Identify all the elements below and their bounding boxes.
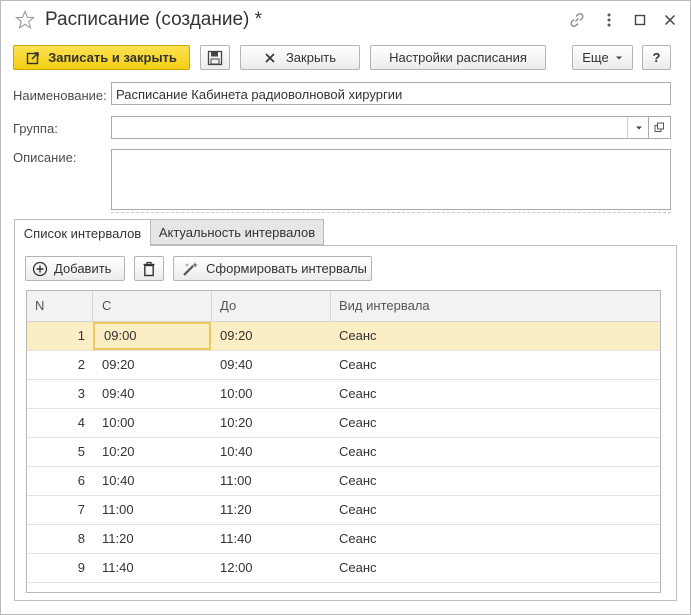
cell-row-number[interactable]: 9 [27, 554, 85, 582]
cell-from-time[interactable]: 10:40 [102, 467, 202, 495]
save-and-close-button[interactable]: Записать и закрыть [13, 45, 190, 70]
cell-from-time[interactable]: 09:00 [93, 322, 211, 350]
table-row[interactable]: 3 09:40 10:00 Сеанс [27, 380, 660, 409]
name-field[interactable]: Расписание Кабинета радиоволновой хирург… [111, 82, 671, 105]
cell-row-number[interactable]: 2 [27, 351, 85, 379]
table-header: N С До Вид интервала [27, 291, 660, 322]
cell-to-time[interactable]: 12:00 [220, 554, 320, 582]
cell-row-number[interactable]: 4 [27, 409, 85, 437]
column-header-from[interactable]: С [102, 291, 111, 321]
cell-to-time[interactable]: 10:40 [220, 438, 320, 466]
add-interval-button[interactable]: Добавить [25, 256, 125, 281]
dropdown-arrow-icon [635, 126, 642, 129]
group-dropdown-button[interactable] [627, 117, 649, 138]
table-row[interactable]: 2 09:20 09:40 Сеанс [27, 351, 660, 380]
more-button[interactable]: Еще [572, 45, 633, 70]
table-row[interactable]: 5 10:20 10:40 Сеанс [27, 438, 660, 467]
table-row[interactable]: 7 11:00 11:20 Сеанс [27, 496, 660, 525]
close-window-icon[interactable] [661, 11, 679, 29]
description-label: Описание: [13, 150, 77, 165]
add-circle-icon [32, 261, 48, 276]
open-item-icon [654, 122, 664, 132]
schedule-form-window: Расписание (создание) * Записать и закры… [0, 0, 691, 615]
name-label: Наименование: [13, 88, 107, 103]
floppy-disk-icon [207, 50, 223, 65]
tab-interval-relevance[interactable]: Актуальность интервалов [150, 219, 324, 245]
maximize-icon[interactable] [631, 11, 649, 29]
window-title: Расписание (создание) * [45, 9, 263, 30]
more-label: Еще [582, 50, 609, 65]
cell-interval-kind[interactable]: Сеанс [339, 322, 539, 350]
form-separator [111, 212, 671, 213]
cell-row-number[interactable]: 3 [27, 380, 85, 408]
cell-row-number[interactable]: 8 [27, 525, 85, 553]
cell-from-time[interactable]: 11:40 [102, 554, 202, 582]
description-textarea[interactable] [111, 149, 671, 210]
more-actions-icon[interactable] [600, 11, 618, 29]
save-and-close-label: Записать и закрыть [48, 50, 177, 65]
save-close-icon [26, 51, 39, 64]
trash-icon [143, 261, 155, 276]
cell-from-time[interactable]: 10:20 [102, 438, 202, 466]
delete-interval-button[interactable] [134, 256, 164, 281]
cell-to-time[interactable]: 11:00 [220, 467, 320, 495]
cell-to-time[interactable]: 10:20 [220, 409, 320, 437]
cell-to-time[interactable]: 11:20 [220, 496, 320, 524]
close-icon [265, 52, 275, 63]
cell-interval-kind[interactable]: Сеанс [339, 438, 539, 466]
generate-intervals-button[interactable]: Сформировать интервалы [173, 256, 372, 281]
column-header-interval-kind[interactable]: Вид интервала [339, 291, 430, 321]
cell-row-number[interactable]: 5 [27, 438, 85, 466]
cell-interval-kind[interactable]: Сеанс [339, 554, 539, 582]
tab-interval-relevance-label: Актуальность интервалов [158, 224, 316, 240]
group-open-button[interactable] [648, 117, 670, 138]
intervals-table: N С До Вид интервала 1 09:00 09:20 Сеанс 2 09… [26, 290, 661, 593]
cell-to-time[interactable]: 11:40 [220, 525, 320, 553]
cell-interval-kind[interactable]: Сеанс [339, 525, 539, 553]
cell-from-time[interactable]: 09:40 [102, 380, 202, 408]
table-row[interactable]: 4 10:00 10:20 Сеанс [27, 409, 660, 438]
cell-from-time[interactable]: 09:20 [102, 351, 202, 379]
cell-interval-kind[interactable]: Сеанс [339, 351, 539, 379]
close-button[interactable]: Закрыть [240, 45, 360, 70]
tab-interval-list[interactable]: Список интервалов [14, 219, 151, 246]
table-row[interactable]: 9 11:40 12:00 Сеанс [27, 554, 660, 583]
schedule-settings-button[interactable]: Настройки расписания [370, 45, 546, 70]
cell-row-number[interactable]: 1 [27, 322, 85, 350]
name-value: Расписание Кабинета радиоволновой хирург… [116, 87, 403, 102]
table-row[interactable]: 8 11:20 11:40 Сеанс [27, 525, 660, 554]
generate-intervals-label: Сформировать интервалы [206, 261, 367, 276]
help-label: ? [652, 50, 661, 65]
cell-interval-kind[interactable]: Сеанс [339, 496, 539, 524]
cell-from-time[interactable]: 10:00 [102, 409, 202, 437]
cell-row-number[interactable]: 6 [27, 467, 85, 495]
column-header-to[interactable]: До [220, 291, 236, 321]
table-row[interactable]: 1 09:00 09:20 Сеанс [27, 322, 660, 351]
cell-to-time[interactable]: 09:20 [220, 322, 320, 350]
add-interval-label: Добавить [54, 261, 112, 276]
column-header-n[interactable]: N [35, 291, 44, 321]
link-icon[interactable] [568, 11, 586, 29]
group-label: Группа: [13, 121, 58, 136]
cell-to-time[interactable]: 10:00 [220, 380, 320, 408]
cell-interval-kind[interactable]: Сеанс [339, 409, 539, 437]
help-button[interactable]: ? [642, 45, 671, 70]
save-button[interactable] [200, 45, 230, 70]
table-row[interactable]: 6 10:40 11:00 Сеанс [27, 467, 660, 496]
group-field[interactable] [111, 116, 671, 139]
tab-interval-list-label: Список интервалов [23, 225, 142, 241]
chevron-down-icon [615, 56, 622, 59]
cell-interval-kind[interactable]: Сеанс [339, 380, 539, 408]
close-label: Закрыть [285, 50, 337, 65]
cell-from-time[interactable]: 11:00 [102, 496, 202, 524]
favorite-star-icon[interactable] [15, 10, 35, 30]
cell-row-number[interactable]: 7 [27, 496, 85, 524]
title-bar: Расписание (создание) * [1, 1, 690, 41]
cell-from-time[interactable]: 11:20 [102, 525, 202, 553]
cell-to-time[interactable]: 09:40 [220, 351, 320, 379]
schedule-settings-label: Настройки расписания [389, 50, 527, 65]
magic-wand-icon [183, 261, 198, 276]
cell-interval-kind[interactable]: Сеанс [339, 467, 539, 495]
